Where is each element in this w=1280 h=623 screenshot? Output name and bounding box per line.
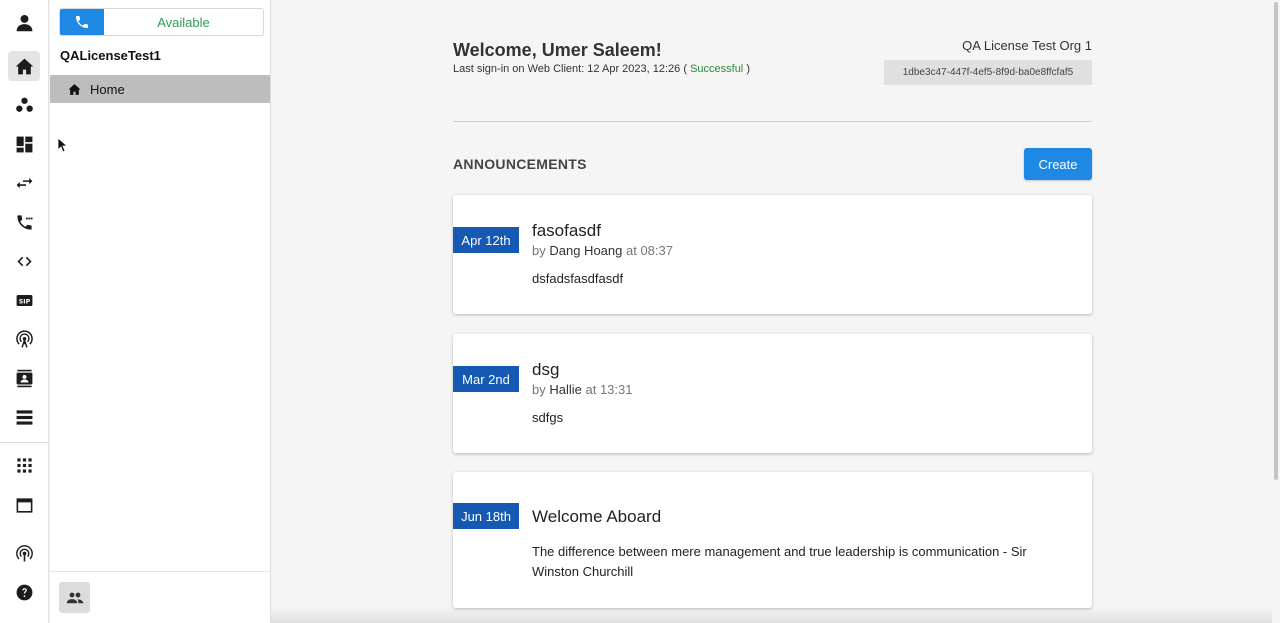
announcements-title: ANNOUNCEMENTS bbox=[453, 156, 587, 172]
team-icon bbox=[66, 592, 83, 603]
last-signin: Last sign-in on Web Client: 12 Apr 2023,… bbox=[453, 63, 750, 75]
phone-icon[interactable] bbox=[60, 9, 104, 35]
bottom-fade bbox=[271, 608, 1272, 623]
secondary-sidebar: Available QALicenseTest1 Home bbox=[50, 0, 271, 623]
last-signin-prefix: Last sign-in on Web Client: 12 Apr 2023,… bbox=[453, 63, 687, 75]
help-icon[interactable] bbox=[8, 577, 40, 607]
announcement-title: Welcome Aboard bbox=[532, 507, 662, 526]
presence-status[interactable]: Available bbox=[104, 9, 263, 35]
date-badge: Mar 2nd bbox=[453, 366, 519, 392]
meta-time: at 08:37 bbox=[625, 243, 673, 258]
user-icon[interactable] bbox=[8, 7, 40, 37]
rail-divider bbox=[0, 442, 49, 443]
last-signin-status: Successful bbox=[690, 63, 744, 75]
team-button[interactable] bbox=[59, 582, 90, 613]
home-icon[interactable] bbox=[8, 51, 40, 81]
transfer-icon[interactable] bbox=[8, 168, 40, 198]
announcement-card[interactable]: Jun 18th Welcome Aboard The difference b… bbox=[453, 472, 1092, 608]
main-content: Welcome, Umer Saleem! Last sign-in on We… bbox=[271, 0, 1272, 623]
announcement-meta: by Dang Hoang at 08:37 bbox=[532, 243, 673, 258]
meta-by: by bbox=[532, 243, 546, 258]
presence-selector[interactable]: Available bbox=[59, 8, 264, 36]
mouse-cursor-icon bbox=[58, 138, 68, 153]
org-name: QALicenseTest1 bbox=[60, 48, 161, 63]
sip-icon[interactable]: SIP bbox=[8, 285, 40, 315]
announcement-body: dsfadsfasdfasdf bbox=[532, 271, 624, 286]
dashboard-icon[interactable] bbox=[8, 129, 40, 159]
announcement-author: Hallie bbox=[549, 382, 582, 397]
sidebar-divider bbox=[50, 571, 270, 572]
org-id-badge[interactable]: 1dbe3c47-447f-4ef5-8f9d-ba0e8ffcfaf5 bbox=[884, 60, 1092, 85]
sidebar-item-home[interactable]: Home bbox=[50, 75, 270, 103]
date-badge: Apr 12th bbox=[453, 227, 519, 253]
last-signin-suffix: ) bbox=[746, 63, 750, 75]
svg-text:SIP: SIP bbox=[18, 298, 30, 305]
org-title: QA License Test Org 1 bbox=[962, 38, 1092, 53]
announcement-body: sdfgs bbox=[532, 410, 564, 425]
scrollbar[interactable] bbox=[1272, 0, 1280, 623]
code-icon[interactable] bbox=[8, 246, 40, 276]
announcement-title: fasofasdf bbox=[532, 221, 601, 240]
announcement-meta: by Hallie at 13:31 bbox=[532, 382, 633, 397]
users-icon[interactable] bbox=[8, 90, 40, 120]
meta-by: by bbox=[532, 382, 546, 397]
announcement-title: dsg bbox=[532, 360, 560, 379]
apps-icon[interactable] bbox=[8, 450, 40, 480]
announcement-author: Dang Hoang bbox=[549, 243, 623, 258]
antenna-icon[interactable] bbox=[8, 324, 40, 354]
announcement-card[interactable]: Apr 12th fasofasdf by Dang Hoang at 08:3… bbox=[453, 195, 1092, 314]
sidebar-item-label: Home bbox=[90, 81, 125, 97]
header-divider bbox=[453, 121, 1092, 122]
announcement-body: The difference between mere management a… bbox=[532, 544, 1027, 579]
date-badge: Jun 18th bbox=[453, 503, 519, 529]
scrollbar-thumb[interactable] bbox=[1274, 2, 1278, 480]
icon-rail: SIP bbox=[0, 0, 49, 623]
window-icon[interactable] bbox=[8, 490, 40, 520]
create-button[interactable]: Create bbox=[1024, 148, 1092, 180]
contacts-icon[interactable] bbox=[8, 363, 40, 393]
meta-time: at 13:31 bbox=[585, 382, 633, 397]
welcome-title: Welcome, Umer Saleem! bbox=[453, 40, 662, 60]
announcement-card[interactable]: Mar 2nd dsg by Hallie at 13:31 sdfgs bbox=[453, 334, 1092, 453]
broadcast-icon[interactable] bbox=[8, 538, 40, 568]
home-icon bbox=[68, 83, 81, 95]
call-flow-icon[interactable] bbox=[8, 207, 40, 237]
list-icon[interactable] bbox=[8, 402, 40, 432]
